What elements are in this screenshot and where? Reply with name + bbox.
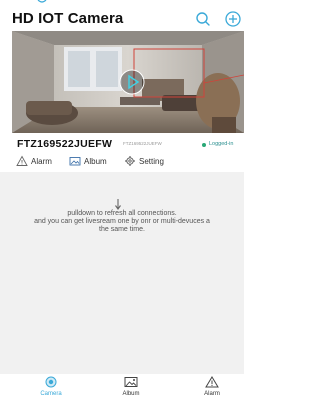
hint-line-2: and you can get livesream one by onr or … [34,218,210,225]
alarm-button[interactable]: Alarm [16,154,52,168]
setting-label: Setting [139,156,164,166]
nav-alarm[interactable]: Alarm [192,376,232,402]
connection-status: Logged-in [209,141,234,147]
album-button[interactable]: Album [69,154,107,168]
hint-line-3: the same time. [99,226,145,233]
device-sub-id: FTZ169522JUEFW [123,141,162,146]
status-dot-icon [202,143,206,147]
album-label: Album [84,156,107,166]
bottom-nav: Camera Album Alarm [0,374,244,403]
search-icon[interactable] [194,10,212,28]
camera-preview[interactable] [12,31,244,133]
refresh-hint: pulldown to refresh all connections. and… [0,210,244,234]
hint-line-1: pulldown to refresh all connections. [67,210,177,217]
nav-camera-label: Camera [40,391,62,397]
device-info-row[interactable]: FTZ169522JUEFW FTZ169522JUEFW Logged-in [0,135,244,153]
nav-alarm-label: Alarm [204,391,220,397]
nav-album[interactable]: Album [111,376,151,402]
gear-icon [125,156,135,166]
warning-icon [16,155,28,166]
warning-icon [205,376,219,388]
app-header: HD IOT Camera [0,0,244,30]
nav-album-label: Album [122,391,140,397]
image-icon [69,157,81,166]
play-button[interactable] [119,69,145,95]
alarm-label: Alarm [31,156,52,166]
setting-button[interactable]: Setting [124,154,164,168]
device-id: FTZ169522JUEFW [17,138,113,150]
app-screen: HD IOT Camera FTZ169522JUEFW FTZ169522JU… [0,0,244,403]
connections-panel[interactable]: pulldown to refresh all connections. and… [0,172,244,374]
image-icon [124,377,138,387]
nav-camera[interactable]: Camera [31,376,71,402]
add-icon[interactable] [224,10,242,28]
device-actions: Alarm Album Setting [0,153,244,169]
status-indicator-icon [37,0,47,3]
page-title: HD IOT Camera [12,10,124,27]
camera-icon [45,376,57,388]
